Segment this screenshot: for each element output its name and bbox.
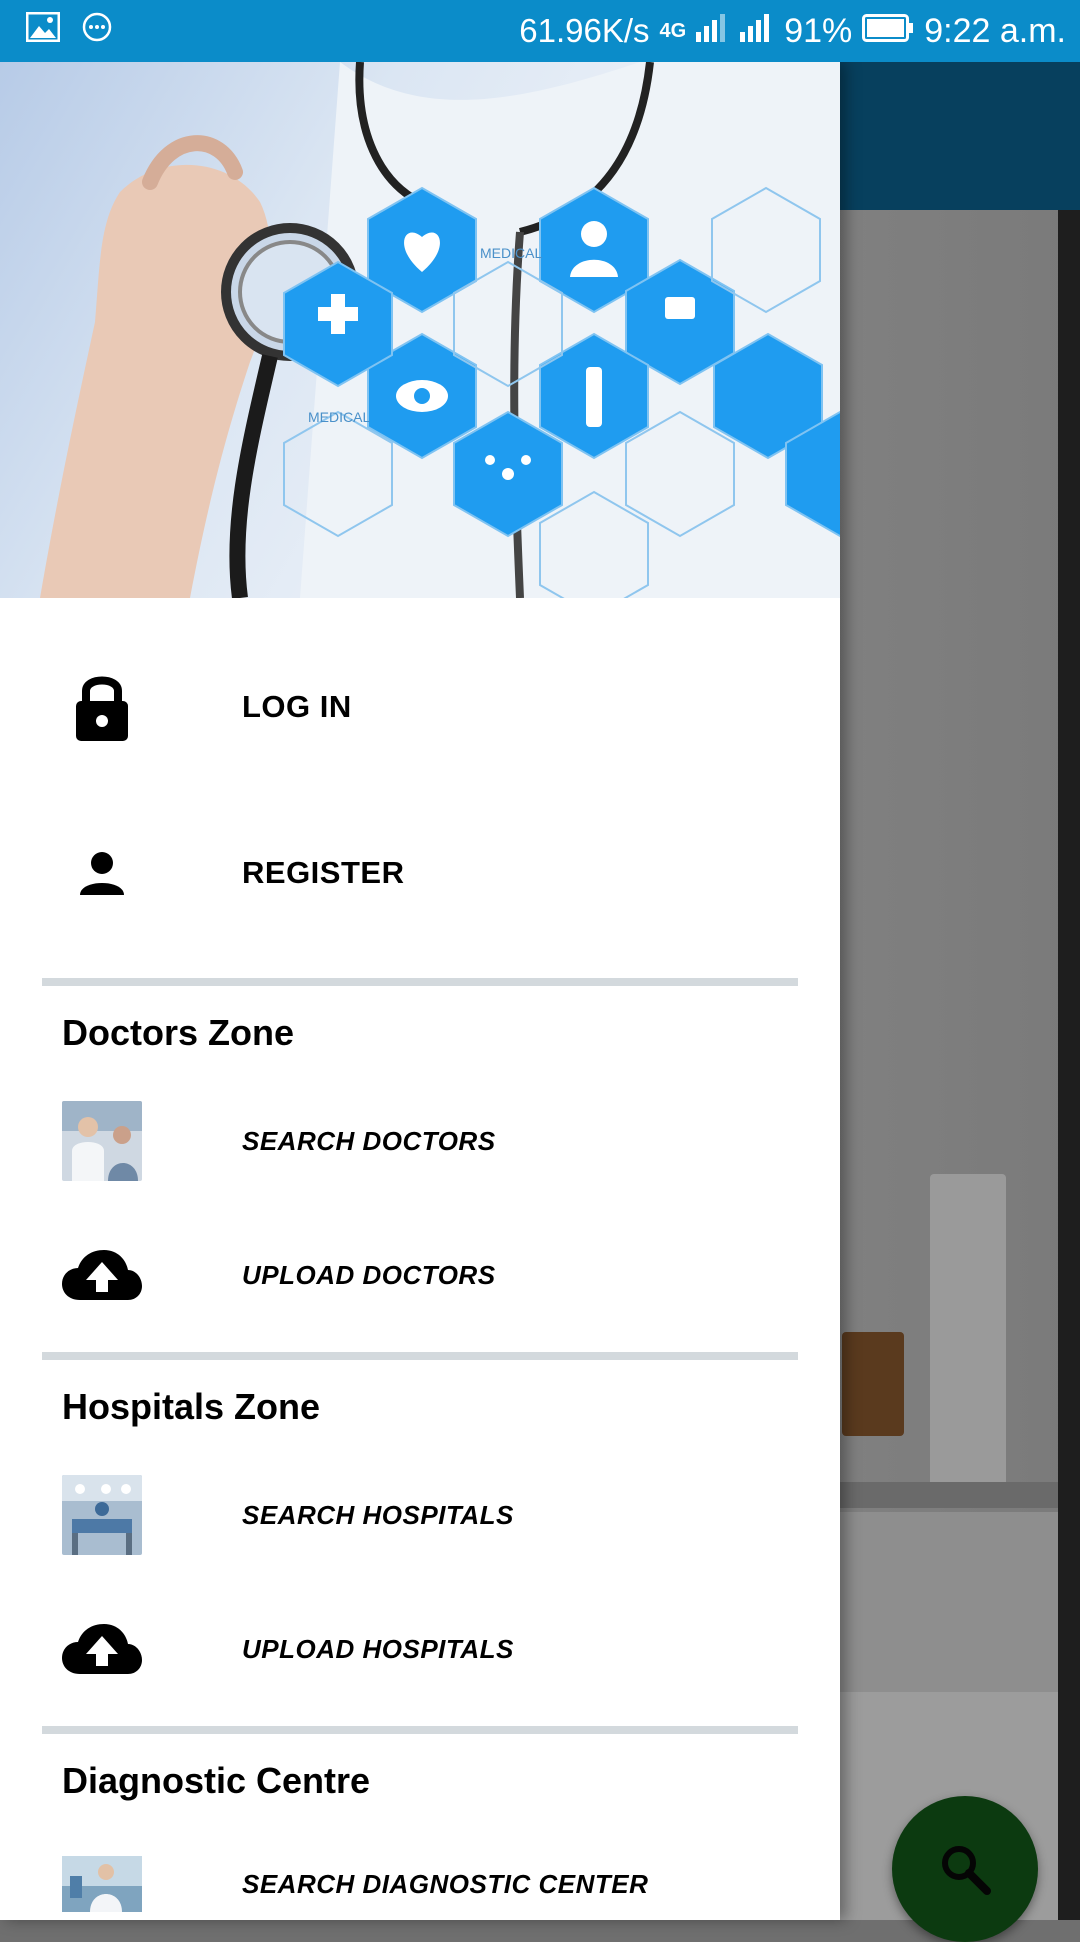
battery-icon xyxy=(862,12,914,51)
status-bar: 61.96K/s 4G 91% 9:22 a.m. xyxy=(0,0,1080,62)
network-type: 4G xyxy=(659,19,687,42)
network-speed: 61.96K/s xyxy=(519,12,650,49)
navigation-drawer: MEDICAL MEDICAL LOG IN REGISTER Doctors … xyxy=(0,62,840,1920)
person-icon xyxy=(62,833,142,913)
battery-percent: 91% xyxy=(784,11,853,50)
drawer-header-image: MEDICAL MEDICAL xyxy=(0,62,840,598)
divider xyxy=(42,978,798,986)
search-doctors-label: SEARCH DOCTORS xyxy=(242,1125,496,1156)
search-diagnostic-label: SEARCH DIAGNOSTIC CENTER xyxy=(242,1868,649,1899)
lab-photo-icon xyxy=(62,1856,142,1912)
register-label: REGISTER xyxy=(242,855,405,890)
background-edge xyxy=(1058,210,1080,1920)
upload-hospitals-label: UPLOAD HOSPITALS xyxy=(242,1633,514,1664)
divider xyxy=(42,1726,798,1734)
signal-icon-2 xyxy=(740,12,774,51)
signal-icon xyxy=(696,12,730,51)
cloud-upload-icon xyxy=(62,1609,142,1689)
menu-item-search-diagnostic[interactable]: SEARCH DIAGNOSTIC CENTER xyxy=(0,1844,840,1920)
search-hospitals-label: SEARCH HOSPITALS xyxy=(242,1499,514,1530)
menu-item-upload-hospitals[interactable]: UPLOAD HOSPITALS xyxy=(0,1604,840,1694)
cloud-upload-icon xyxy=(62,1235,142,1315)
divider xyxy=(42,1352,798,1360)
clock: 9:22 a.m. xyxy=(924,11,1066,50)
doctor-photo-icon xyxy=(62,1101,142,1181)
background-cup xyxy=(842,1332,904,1436)
menu-item-search-doctors[interactable]: SEARCH DOCTORS xyxy=(0,1096,840,1186)
background-device xyxy=(930,1174,1006,1494)
gallery-notification-icon xyxy=(25,11,61,47)
search-icon xyxy=(942,1846,991,1895)
search-fab[interactable] xyxy=(892,1796,1038,1942)
menu-item-search-hospitals[interactable]: SEARCH HOSPITALS xyxy=(0,1470,840,1560)
hospital-photo-icon xyxy=(62,1475,142,1555)
section-title-diagnostic: Diagnostic Centre xyxy=(62,1760,371,1801)
more-notification-icon xyxy=(82,12,112,47)
header-text-medical-2: MEDICAL xyxy=(308,409,370,425)
menu-item-upload-doctors[interactable]: UPLOAD DOCTORS xyxy=(0,1230,840,1320)
section-title-hospitals: Hospitals Zone xyxy=(62,1386,321,1427)
background-floor xyxy=(840,1512,1058,1692)
background-shelf xyxy=(840,1482,1058,1508)
header-text-medical: MEDICAL xyxy=(480,245,542,261)
lock-icon xyxy=(62,667,142,747)
section-title-doctors: Doctors Zone xyxy=(62,1012,295,1053)
login-label: LOG IN xyxy=(242,689,352,724)
upload-doctors-label: UPLOAD DOCTORS xyxy=(242,1259,496,1290)
menu-item-register[interactable]: REGISTER xyxy=(0,828,840,918)
menu-item-login[interactable]: LOG IN xyxy=(0,662,840,752)
